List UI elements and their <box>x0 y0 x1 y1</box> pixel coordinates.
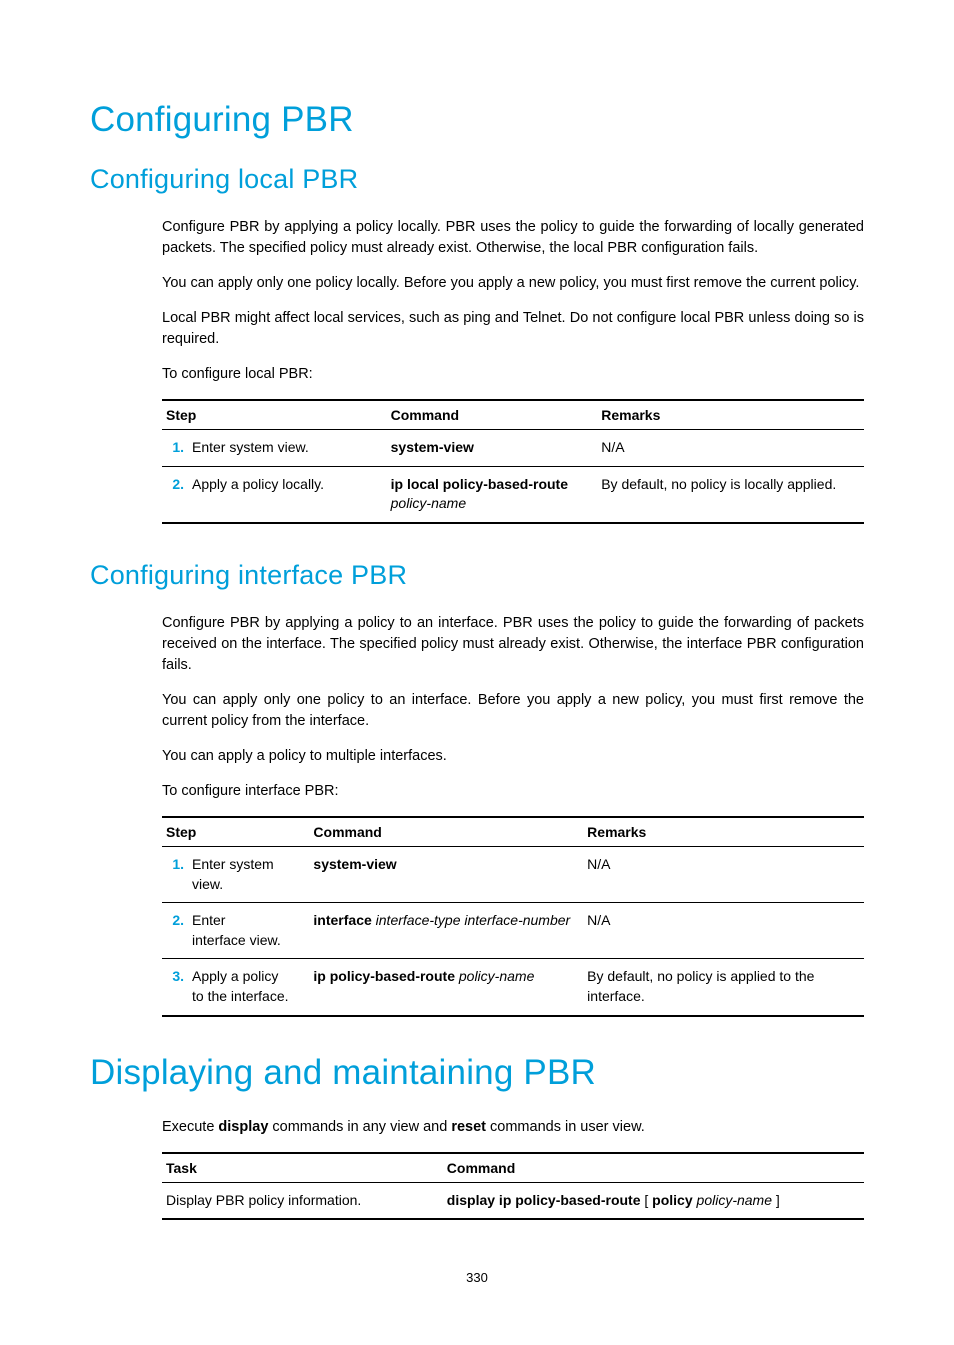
paragraph: Execute display commands in any view and… <box>162 1117 864 1138</box>
th-command: Command <box>387 400 598 430</box>
table-row: 3.Apply a policy to the interface. ip po… <box>162 959 864 1016</box>
step-number: 1. <box>166 855 192 875</box>
text: Execute <box>162 1119 218 1135</box>
step-text: Apply a policy to the interface. <box>192 967 292 1006</box>
remarks-text: By default, no policy is applied to the … <box>583 959 864 1016</box>
remarks-text: N/A <box>597 430 864 467</box>
table-row: 2.Apply a policy locally. ip local polic… <box>162 466 864 523</box>
paragraph: Configure PBR by applying a policy local… <box>162 217 864 259</box>
heading-configuring-interface-pbr: Configuring interface PBR <box>90 560 864 591</box>
step-number: 2. <box>166 911 192 931</box>
table-row: Display PBR policy information. display … <box>162 1182 864 1219</box>
remarks-text: N/A <box>583 846 864 902</box>
table-local-pbr: Step Command Remarks 1.Enter system view… <box>162 399 864 524</box>
th-command: Command <box>443 1153 864 1183</box>
step-text: Enter system view. <box>192 855 282 894</box>
text: [ <box>641 1192 653 1208</box>
text: commands in any view and <box>268 1119 451 1135</box>
th-remarks: Remarks <box>583 817 864 847</box>
heading-configuring-local-pbr: Configuring local PBR <box>90 164 864 195</box>
command-bold: interface <box>313 912 371 928</box>
table-header-row: Task Command <box>162 1153 864 1183</box>
heading-configuring-pbr: Configuring PBR <box>90 100 864 140</box>
table-display-pbr: Task Command Display PBR policy informat… <box>162 1152 864 1221</box>
command-italic: policy-name <box>697 1192 772 1208</box>
step-text: Enter interface view. <box>192 911 282 950</box>
paragraph: Configure PBR by applying a policy to an… <box>162 613 864 676</box>
remarks-text: N/A <box>583 903 864 959</box>
paragraph: To configure local PBR: <box>162 364 864 385</box>
th-task: Task <box>162 1153 443 1183</box>
command-bold: ip policy-based-route <box>313 968 455 984</box>
text-bold: display <box>218 1119 268 1135</box>
text: ] <box>772 1192 780 1208</box>
table-header-row: Step Command Remarks <box>162 400 864 430</box>
page-container: Configuring PBR Configuring local PBR Co… <box>0 0 954 1345</box>
section-interface-pbr-body: Configure PBR by applying a policy to an… <box>162 613 864 1017</box>
remarks-text: By default, no policy is locally applied… <box>597 466 864 523</box>
text: commands in user view. <box>486 1119 645 1135</box>
command-italic: policy-name <box>391 495 466 511</box>
table-interface-pbr: Step Command Remarks 1.Enter system view… <box>162 816 864 1017</box>
paragraph: Local PBR might affect local services, s… <box>162 308 864 350</box>
command-cell: display ip policy-based-route [ policy p… <box>443 1182 864 1219</box>
section-displaying-body: Execute display commands in any view and… <box>162 1117 864 1221</box>
th-remarks: Remarks <box>597 400 864 430</box>
command-bold: display ip policy-based-route <box>447 1192 641 1208</box>
table-row: 1.Enter system view. system-view N/A <box>162 846 864 902</box>
th-step: Step <box>162 817 309 847</box>
paragraph: You can apply only one policy to an inte… <box>162 690 864 732</box>
th-step: Step <box>162 400 387 430</box>
step-number: 3. <box>166 967 192 987</box>
command-bold: ip local policy-based-route <box>391 476 568 492</box>
table-row: 1.Enter system view. system-view N/A <box>162 430 864 467</box>
step-number: 1. <box>166 438 192 458</box>
table-row: 2.Enter interface view. interface interf… <box>162 903 864 959</box>
paragraph: You can apply a policy to multiple inter… <box>162 746 864 767</box>
command-bold: system-view <box>313 856 396 872</box>
section-local-pbr-body: Configure PBR by applying a policy local… <box>162 217 864 524</box>
task-text: Display PBR policy information. <box>162 1182 443 1219</box>
command-bold: system-view <box>391 439 474 455</box>
command-bold: policy <box>652 1192 692 1208</box>
step-text: Enter system view. <box>192 438 309 458</box>
step-number: 2. <box>166 475 192 495</box>
table-header-row: Step Command Remarks <box>162 817 864 847</box>
step-text: Apply a policy locally. <box>192 475 324 495</box>
heading-displaying-maintaining-pbr: Displaying and maintaining PBR <box>90 1053 864 1093</box>
page-number: 330 <box>90 1270 864 1285</box>
th-command: Command <box>309 817 583 847</box>
paragraph: You can apply only one policy locally. B… <box>162 273 864 294</box>
command-italic: policy-name <box>459 968 534 984</box>
paragraph: To configure interface PBR: <box>162 781 864 802</box>
command-italic: interface-type interface-number <box>376 912 571 928</box>
text-bold: reset <box>451 1119 486 1135</box>
